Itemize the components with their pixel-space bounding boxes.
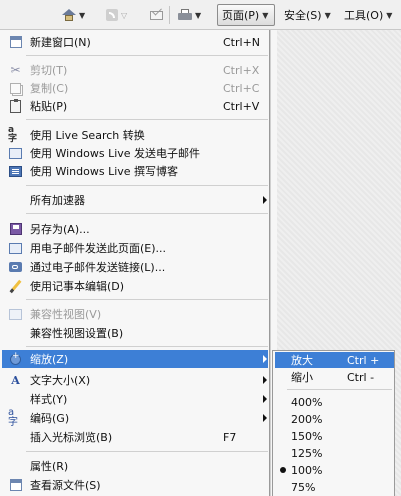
page-menu-button[interactable]: 页面(P) ▼: [217, 4, 275, 26]
menu-item-send-link[interactable]: 通过电子邮件发送链接(L)...: [2, 258, 268, 276]
chevron-down-icon: ▼: [386, 10, 393, 20]
menu-separator: [26, 213, 268, 214]
chevron-down-icon[interactable]: ▽: [121, 11, 127, 20]
printer-icon: [178, 9, 192, 21]
submenu-arrow-icon: [263, 395, 267, 403]
read-mail-button[interactable]: [146, 4, 167, 26]
submenu-arrow-icon: [263, 355, 267, 363]
menu-separator: [26, 299, 268, 300]
submenu-arrow-icon: [263, 414, 267, 422]
scissors-icon: ✂: [10, 63, 21, 77]
chevron-down-icon: ▼: [324, 10, 331, 20]
zoom-submenu: 放大 Ctrl + 缩小 Ctrl - 400% 200% 150% 125% …: [272, 350, 395, 496]
menu-item-zoom[interactable]: 缩放(Z): [2, 350, 268, 368]
zoom-level-item[interactable]: 400%: [275, 394, 394, 410]
submenu-arrow-icon: [263, 196, 267, 204]
email-icon: [9, 147, 22, 159]
selected-bullet-icon: [280, 467, 286, 473]
menu-item-compat-settings[interactable]: 兼容性视图设置(B): [2, 324, 268, 342]
zoom-level-item[interactable]: 75%: [275, 479, 394, 495]
email-link-icon: [9, 262, 22, 272]
menu-item-send-page[interactable]: 用电子邮件发送此页面(E)...: [2, 239, 268, 257]
mail-icon: [150, 10, 163, 20]
menu-separator: [26, 119, 268, 120]
zoom-icon: [10, 351, 21, 365]
compatibility-view-icon: [9, 308, 22, 320]
menu-item-translate[interactable]: a字 使用 Live Search 转换: [2, 126, 268, 144]
rss-feed-icon: [106, 9, 118, 21]
menu-item-compat-view[interactable]: 兼容性视图(V): [2, 305, 268, 323]
chevron-down-icon: ▼: [262, 10, 269, 20]
home-icon: [62, 9, 76, 21]
safety-menu-label: 安全(S): [284, 9, 322, 22]
encoding-icon: a字: [8, 407, 18, 428]
menu-item-cut[interactable]: ✂ 剪切(T) Ctrl+X: [2, 61, 268, 79]
feeds-button[interactable]: ▽: [102, 4, 131, 26]
menu-separator: [26, 451, 268, 452]
zoom-level-item-selected[interactable]: 100%: [275, 462, 394, 478]
home-button[interactable]: ▼: [58, 4, 89, 26]
menu-item-email-live[interactable]: 使用 Windows Live 发送电子邮件: [2, 144, 268, 162]
menu-item-style[interactable]: 样式(Y): [2, 390, 268, 408]
menu-item-caret-browsing[interactable]: 插入光标浏览(B) F7: [2, 428, 268, 446]
menu-item-save-as[interactable]: 另存为(A)...: [2, 220, 268, 238]
chevron-down-icon[interactable]: ▼: [79, 11, 85, 20]
menu-item-edit-notepad[interactable]: 使用记事本编辑(D): [2, 277, 268, 295]
menu-separator: [26, 55, 268, 56]
zoom-in-item[interactable]: 放大 Ctrl +: [275, 352, 394, 368]
zoom-level-item[interactable]: 125%: [275, 445, 394, 461]
save-icon: [9, 223, 22, 235]
submenu-separator: [287, 389, 392, 390]
menu-item-accelerators[interactable]: 所有加速器: [2, 191, 268, 209]
zoom-level-item[interactable]: 150%: [275, 428, 394, 444]
menu-item-encoding[interactable]: a字 编码(G): [2, 407, 268, 428]
view-source-icon: [9, 479, 22, 491]
new-window-icon: [9, 36, 22, 48]
menu-item-new-window[interactable]: 新建窗口(N) Ctrl+N: [2, 33, 268, 51]
page-menu-label: 页面(P): [222, 9, 260, 22]
menu-item-text-size[interactable]: A 文字大小(X): [2, 371, 268, 389]
page-dropdown-menu: 新建窗口(N) Ctrl+N ✂ 剪切(T) Ctrl+X 复制(C) Ctrl…: [0, 30, 270, 496]
menu-item-paste[interactable]: 粘贴(P) Ctrl+V: [2, 97, 268, 115]
menu-separator: [26, 346, 268, 347]
tools-menu-label: 工具(O): [344, 9, 384, 22]
chevron-down-icon[interactable]: ▼: [195, 11, 201, 20]
tools-menu-button[interactable]: 工具(O) ▼: [340, 4, 396, 26]
menu-item-properties[interactable]: 属性(R): [2, 457, 268, 475]
text-size-icon: A: [11, 373, 20, 387]
clipboard-icon: [10, 98, 21, 113]
menu-item-view-source[interactable]: 查看源文件(S): [2, 476, 268, 494]
email-page-icon: [9, 242, 22, 254]
command-bar: ▼ ▽ ▼ 页面(P) ▼ 安全(S) ▼ 工具(O) ▼: [0, 0, 401, 30]
pencil-icon: [9, 279, 22, 293]
print-button[interactable]: ▼: [174, 4, 205, 26]
zoom-out-item[interactable]: 缩小 Ctrl -: [275, 369, 394, 385]
safety-menu-button[interactable]: 安全(S) ▼: [280, 4, 335, 26]
menu-item-copy[interactable]: 复制(C) Ctrl+C: [2, 79, 268, 97]
toolbar-separator: [169, 6, 170, 24]
translate-icon: a字: [8, 125, 18, 144]
menu-item-blog-live[interactable]: 使用 Windows Live 撰写博客: [2, 162, 268, 180]
blog-icon: [9, 165, 22, 177]
zoom-level-item[interactable]: 200%: [275, 411, 394, 427]
copy-icon: [10, 82, 21, 94]
menu-separator: [26, 185, 268, 186]
submenu-arrow-icon: [263, 376, 267, 384]
